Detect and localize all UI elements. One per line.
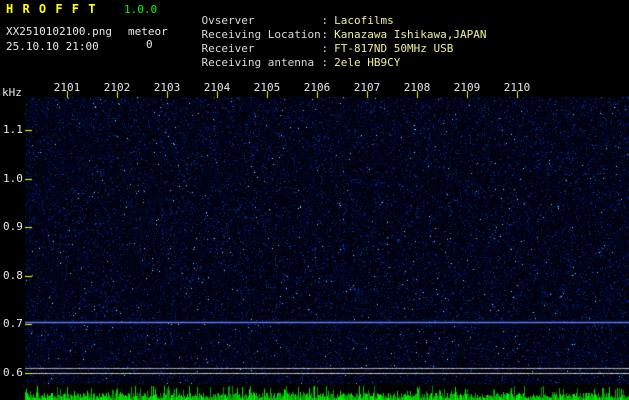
y-tick-label: 0.7 bbox=[3, 317, 23, 330]
x-tick-label: 2109 bbox=[453, 81, 481, 94]
antenna-value: 2ele HB9CY bbox=[334, 56, 401, 69]
meteor-count: 0 bbox=[146, 38, 153, 51]
output-filename: XX2510102100.png bbox=[6, 25, 112, 38]
timestamp: 25.10.10 21:00 bbox=[6, 40, 99, 53]
y-tick-label: 1.0 bbox=[3, 172, 23, 185]
x-tick-label: 2106 bbox=[303, 81, 331, 94]
colon: : bbox=[321, 56, 329, 69]
antenna-label: Receiving antenna bbox=[201, 56, 315, 69]
app-version: 1.0.0 bbox=[124, 3, 158, 16]
x-tick-label: 2102 bbox=[103, 81, 131, 94]
y-tick-label: 0.6 bbox=[3, 366, 23, 379]
app-title: H R O F F T bbox=[6, 2, 97, 16]
x-tick-label: 2107 bbox=[353, 81, 381, 94]
x-tick-label: 2110 bbox=[503, 81, 531, 94]
info-row-antenna: Receiving antenna:2ele HB9CY bbox=[175, 45, 401, 81]
y-tick-label: 0.8 bbox=[3, 269, 23, 282]
x-tick-label: 2104 bbox=[203, 81, 231, 94]
x-tick-label: 2101 bbox=[53, 81, 81, 94]
x-tick-label: 2105 bbox=[253, 81, 281, 94]
khz-axis-label: kHz bbox=[2, 86, 22, 99]
x-tick-label: 2108 bbox=[403, 81, 431, 94]
y-tick-label: 1.1 bbox=[3, 123, 23, 136]
x-tick-label: 2103 bbox=[153, 81, 181, 94]
mode-label: meteor bbox=[128, 25, 168, 38]
y-tick-label: 0.9 bbox=[3, 220, 23, 233]
hrofft-screen: 2101 2102 2103 2104 2105 2106 2107 2108 2109 2110… bbox=[0, 0, 629, 400]
